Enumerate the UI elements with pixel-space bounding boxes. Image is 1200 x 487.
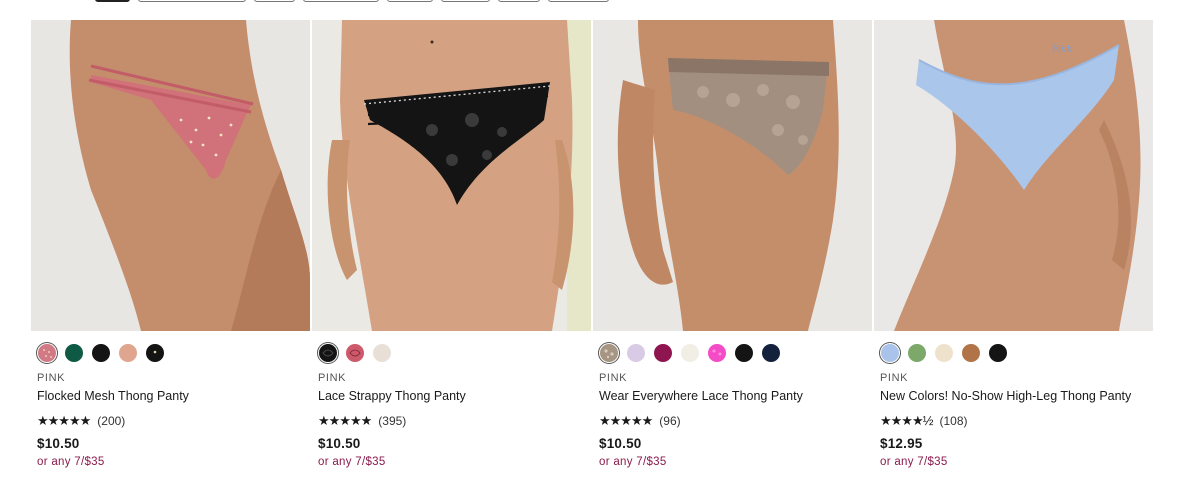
color-swatch[interactable] (346, 344, 364, 362)
promo-text: or any 7/$35 (37, 456, 105, 468)
filter-chip[interactable] (254, 0, 295, 2)
product-brand: PINK (318, 372, 347, 384)
color-swatch[interactable] (762, 344, 780, 362)
review-count: (200) (97, 414, 126, 428)
filter-chip[interactable] (138, 0, 246, 2)
product-name[interactable]: New Colors! No-Show High-Leg Thong Panty (880, 389, 1131, 403)
pink-logo-watermark: Pink (1051, 45, 1072, 55)
color-swatch[interactable] (319, 344, 337, 362)
filter-chip[interactable] (548, 0, 609, 2)
product-photo-lace-strappy (312, 20, 591, 331)
color-swatch[interactable] (146, 344, 164, 362)
color-swatch[interactable] (65, 344, 83, 362)
product-photo-wear-everywhere (593, 20, 872, 331)
color-swatches (881, 344, 1007, 362)
color-swatch[interactable] (92, 344, 110, 362)
product-image[interactable] (31, 20, 310, 331)
product-card: PINK Lace Strappy Thong Panty ★★★★★ (395… (312, 20, 591, 480)
color-swatch[interactable] (119, 344, 137, 362)
star-rating-icon: ★★★★★ (599, 413, 653, 428)
color-swatch[interactable] (38, 344, 56, 362)
filter-chip[interactable] (303, 0, 379, 2)
product-price: $12.95 (880, 436, 923, 451)
review-count: (108) (939, 414, 968, 428)
product-image[interactable] (312, 20, 591, 331)
product-rating[interactable]: ★★★★★ (96) (599, 413, 681, 429)
filter-chip[interactable] (498, 0, 540, 2)
star-rating-icon: ★★★★★ (318, 413, 372, 428)
review-count: (395) (378, 414, 407, 428)
color-swatch[interactable] (708, 344, 726, 362)
promo-text: or any 7/$35 (318, 456, 386, 468)
filter-chip[interactable] (387, 0, 433, 2)
color-swatches (600, 344, 780, 362)
star-rating-icon: ★★★★½ (880, 413, 933, 428)
color-swatch[interactable] (627, 344, 645, 362)
product-price: $10.50 (318, 436, 361, 451)
product-image[interactable] (593, 20, 872, 331)
product-card: PINK Wear Everywhere Lace Thong Panty ★★… (593, 20, 872, 480)
color-swatch[interactable] (600, 344, 618, 362)
product-card: PINK Flocked Mesh Thong Panty ★★★★★ (200… (31, 20, 310, 480)
product-price: $10.50 (37, 436, 80, 451)
product-price: $10.50 (599, 436, 642, 451)
color-swatch[interactable] (654, 344, 672, 362)
product-brand: PINK (37, 372, 66, 384)
product-rating[interactable]: ★★★★½ (108) (880, 413, 968, 429)
color-swatches (38, 344, 164, 362)
review-count: (96) (659, 414, 681, 428)
product-brand: PINK (599, 372, 628, 384)
star-rating-icon: ★★★★★ (37, 413, 91, 428)
color-swatch[interactable] (681, 344, 699, 362)
filter-chip[interactable] (95, 0, 130, 2)
product-name[interactable]: Flocked Mesh Thong Panty (37, 389, 189, 403)
product-photo-flocked-mesh (31, 20, 310, 331)
color-swatches (319, 344, 391, 362)
product-brand: PINK (880, 372, 909, 384)
product-name[interactable]: Lace Strappy Thong Panty (318, 389, 466, 403)
promo-text: or any 7/$35 (880, 456, 948, 468)
product-rating[interactable]: ★★★★★ (200) (37, 413, 126, 429)
product-card: Pink PINK New Colors! No-Show High-Leg T… (874, 20, 1153, 480)
product-image[interactable]: Pink (874, 20, 1153, 331)
product-photo-no-show: Pink (874, 20, 1153, 331)
color-swatch[interactable] (989, 344, 1007, 362)
color-swatch[interactable] (962, 344, 980, 362)
promo-text: or any 7/$35 (599, 456, 667, 468)
filter-chip[interactable] (441, 0, 490, 2)
product-name[interactable]: Wear Everywhere Lace Thong Panty (599, 389, 803, 403)
color-swatch[interactable] (881, 344, 899, 362)
product-rating[interactable]: ★★★★★ (395) (318, 413, 407, 429)
product-grid: PINK Flocked Mesh Thong Panty ★★★★★ (200… (31, 20, 1153, 480)
color-swatch[interactable] (373, 344, 391, 362)
color-swatch[interactable] (735, 344, 753, 362)
color-swatch[interactable] (935, 344, 953, 362)
color-swatch[interactable] (908, 344, 926, 362)
